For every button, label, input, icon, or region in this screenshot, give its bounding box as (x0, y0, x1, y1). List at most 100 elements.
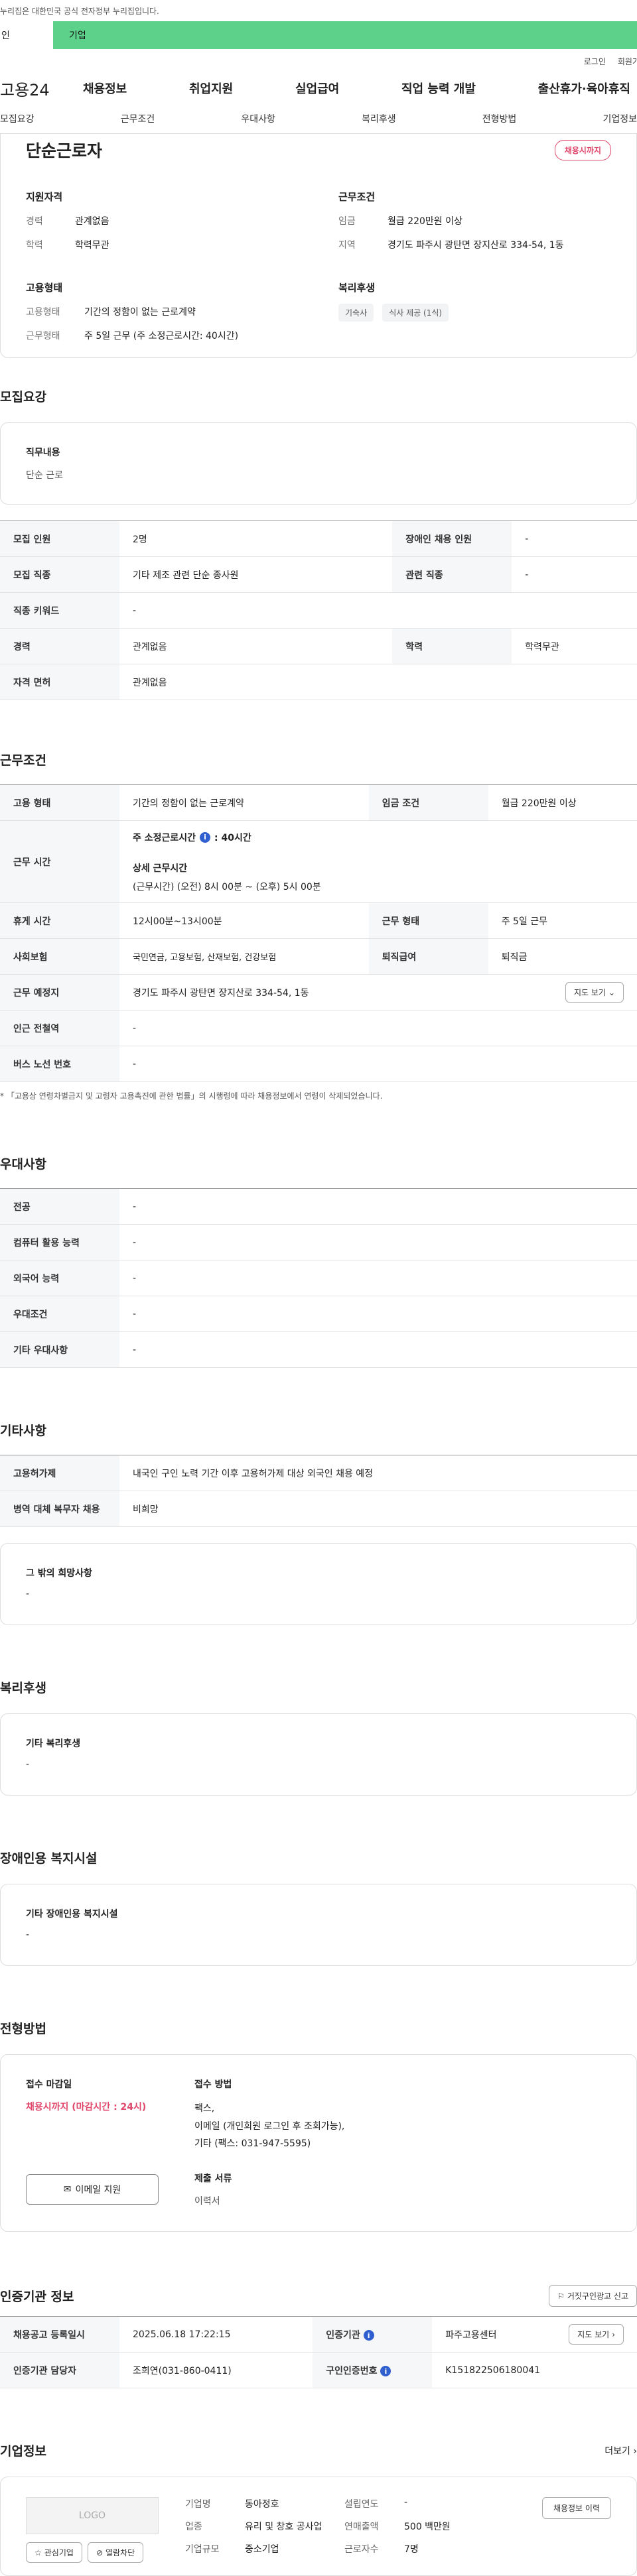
cell-value: - (119, 1331, 637, 1368)
kv-value: 주 5일 근무 (주 소정근로시간: 40시간) (84, 331, 239, 341)
kv-value: - (404, 2497, 408, 2508)
cell-value: 조희연(031-860-0411) (119, 2352, 313, 2388)
agency-map-button[interactable]: 지도 보기 › (569, 2324, 624, 2345)
info-icon[interactable]: i (363, 2330, 374, 2341)
cell-header: 근무 예정지 (0, 974, 119, 1011)
site-logo[interactable]: 고용24 (0, 77, 83, 100)
gnb-jobs[interactable]: 채용정보 (83, 80, 127, 97)
disabled-value: - (26, 1930, 30, 1940)
subnav-pref[interactable]: 우대사항 (236, 112, 281, 125)
cell-header: 버스 노선 번호 (0, 1046, 119, 1082)
welfare-title: 복리후생 (0, 1681, 46, 1695)
hours-weekly-value: : 40시간 (214, 832, 251, 843)
cell-header: 임금 조건 (368, 784, 488, 821)
gnb-training[interactable]: 직업 능력 개발 (401, 80, 476, 97)
cell-value: 주 소정근로시간 i : 40시간 상세 근무시간 (근무시간) (오전) 8시… (119, 820, 637, 903)
subnav-company[interactable]: 기업정보 (597, 112, 637, 125)
utility-links: 로그인 회원가 (0, 49, 637, 73)
docs-value: 이력서 (194, 2195, 220, 2207)
table-row: 인증기관 담당자 조희연(031-860-0411) 구인인증번호 i K151… (0, 2352, 637, 2388)
gnb-leave[interactable]: 출산휴가·육아휴직 (538, 80, 630, 97)
cell-header: 휴게 시간 (0, 902, 119, 939)
table-row: 병역 대체 복무자 채용 비희망 (0, 1491, 637, 1527)
cell-value: 월급 220만원 이상 (488, 784, 637, 821)
cell-header: 관련 직종 (392, 556, 512, 593)
cell-header: 인근 전철역 (0, 1010, 119, 1046)
disabled-section: 장애인용 복지시설 기타 장애인용 복지시설 - (0, 1849, 637, 1966)
cell-value: K151822506180041 (432, 2352, 637, 2388)
company-section: 기업정보 더보기 › LOGO ☆ 관심기업 ⊘ 열람차단 기업명 동아정호 설립연… (0, 2441, 637, 2576)
gnb-employment-support[interactable]: 취업지원 (189, 80, 233, 97)
kv-label: 임금 (338, 216, 356, 227)
cell-value: - (119, 1010, 637, 1046)
report-button[interactable]: ⚐ 거짓구인광고 신고 (549, 2285, 637, 2307)
subnav-process[interactable]: 전형방법 (477, 112, 522, 125)
join-link[interactable]: 회원가 (618, 56, 637, 67)
user-type-tabs: 인 기업 (0, 21, 637, 49)
cell-value: 기간의 정함이 없는 근로계약 (119, 784, 369, 821)
info-icon[interactable]: i (200, 831, 211, 843)
deadline-value: 채용시까지 (마감시간 : 24시) (26, 2102, 147, 2113)
map-button[interactable]: 지도 보기 ⌄ (565, 982, 624, 1003)
hours-detail: (근무시간) (오전) 8시 00분 ~ (오후) 5시 00분 (133, 881, 321, 892)
block-view-button[interactable]: ⊘ 열람차단 (87, 2542, 144, 2563)
tab-company[interactable]: 기업 (53, 21, 637, 49)
deadline-label: 접수 마감일 (26, 2079, 72, 2090)
history-button[interactable]: 채용정보 이력 (541, 2497, 611, 2519)
table-row: 모집 인원 2명 장애인 채용 인원 - (0, 521, 637, 557)
work-title: 근무조건 (0, 753, 46, 768)
hours-detail-title: 상세 근무시간 (133, 863, 188, 874)
cell-header: 모집 인원 (0, 521, 119, 557)
company-title: 기업정보 (0, 2444, 46, 2459)
cell-value: 학력무관 (512, 628, 637, 664)
info-icon[interactable]: i (380, 2366, 391, 2376)
global-nav: 고용24 채용정보 취업지원 실업급여 직업 능력 개발 출산휴가·육아휴직 (0, 73, 637, 103)
duty-value: 단순 근로 (26, 470, 63, 481)
kv-value: 7명 (404, 2544, 419, 2555)
tab-personal[interactable]: 인 (0, 21, 53, 49)
subnav-welfare[interactable]: 복리후생 (356, 112, 401, 125)
cell-value: - (512, 521, 637, 557)
cell-header: 전공 (0, 1188, 119, 1225)
section-nav: 모집요강 근무조건 우대사항 복리후생 전형방법 기업정보 (0, 103, 637, 134)
kv-label: 설립연도 (344, 2499, 379, 2510)
subnav-work[interactable]: 근무조건 (115, 112, 161, 125)
table-row: 모집 직종 기타 제조 관련 단순 종사원 관련 직종 - (0, 556, 637, 593)
kv-label: 경력 (26, 216, 43, 227)
work-table: 고용 형태 기간의 정함이 없는 근로계약 임금 조건 월급 220만원 이상 … (0, 784, 637, 1082)
cell-header: 인증기관 i (313, 2316, 433, 2353)
method-label: 접수 방법 (194, 2079, 232, 2090)
cell-value: 퇴직금 (488, 938, 637, 975)
kv-label: 연매출액 (344, 2522, 379, 2532)
agency-table: 채용공고 등록일시 2025.06.18 17:22:15 인증기관 i 파주고… (0, 2316, 637, 2388)
table-row: 인근 전철역 - (0, 1010, 637, 1046)
favorite-company-button[interactable]: ☆ 관심기업 (26, 2542, 82, 2563)
agency-title: 인증기관 정보 (0, 2290, 74, 2304)
duty-card: 직무내용 단순 근로 (0, 422, 637, 505)
login-link[interactable]: 로그인 (584, 56, 606, 67)
other-wish-value: - (26, 1589, 30, 1599)
top-notice: 누리집은 대한민국 공식 전자정부 누리집입니다. (0, 6, 159, 16)
cell-value: 주 5일 근무 (488, 902, 637, 939)
qual-heading: 지원자격 (26, 191, 63, 203)
cell-header: 자격 면허 (0, 664, 119, 700)
cell-value: 2025.06.18 17:22:15 (119, 2316, 313, 2353)
cell-value: - (119, 1224, 637, 1260)
subnav-recruit[interactable]: 모집요강 (0, 112, 40, 125)
cell-header: 구인인증번호 i (313, 2352, 433, 2388)
email-apply-button[interactable]: ✉ 이메일 지원 (26, 2174, 159, 2205)
cell-header: 퇴직급여 (368, 938, 488, 975)
cell-value: 12시00분~13시00분 (119, 902, 369, 939)
company-logo: LOGO (26, 2497, 159, 2534)
gnb-unemployment-benefit[interactable]: 실업급여 (295, 80, 339, 97)
welfare-label: 기타 복리후생 (26, 1739, 81, 1749)
cell-header: 채용공고 등록일시 (0, 2316, 119, 2353)
duty-label: 직무내용 (26, 448, 60, 458)
company-card: LOGO ☆ 관심기업 ⊘ 열람차단 기업명 동아정호 설립연도 - 업종 유리 및… (0, 2477, 637, 2576)
other-wish-card: 그 밖의 희망사항 - (0, 1543, 637, 1625)
cell-header: 컴퓨터 활용 능력 (0, 1224, 119, 1260)
job-title: 단순근로자 (26, 141, 103, 160)
table-row: 전공 - (0, 1188, 637, 1225)
more-link[interactable]: 더보기 › (604, 2444, 637, 2457)
welfare-card: 기타 복리후생 - (0, 1713, 637, 1796)
